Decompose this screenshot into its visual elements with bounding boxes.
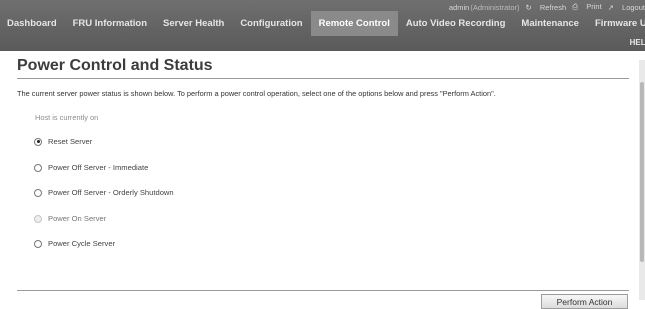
nav-dashboard[interactable]: Dashboard [0,11,65,36]
print-label: Print [586,2,602,11]
power-off-immediate-radio[interactable] [34,163,42,172]
option-reset-server[interactable]: Reset Server [34,137,92,146]
scrollbar-thumb[interactable] [640,82,644,262]
nav-maintenance[interactable]: Maintenance [513,11,587,36]
option-power-on-server: Power On Server [34,214,106,223]
page-title: Power Control and Status [17,57,213,74]
nav-fru-information[interactable]: FRU Information [65,11,155,36]
title-divider [17,78,629,79]
bottom-divider [17,290,629,291]
power-cycle-server-radio[interactable] [34,239,42,248]
nav-auto-video-recording[interactable]: Auto Video Recording [398,11,514,36]
option-power-off-orderly[interactable]: Power Off Server - Orderly Shutdown [34,188,174,197]
vertical-scrollbar[interactable] [639,60,645,300]
power-off-immediate-label: Power Off Server - Immediate [48,163,149,172]
nav-server-health[interactable]: Server Health [155,11,232,36]
power-off-orderly-label: Power Off Server - Orderly Shutdown [48,188,174,197]
option-power-cycle-server[interactable]: Power Cycle Server [34,239,115,248]
reset-server-radio[interactable] [34,137,42,146]
nav-configuration[interactable]: Configuration [232,11,310,36]
main-nav: Dashboard FRU Information Server Health … [0,11,645,36]
nav-firmware-update[interactable]: Firmware Update [587,11,645,36]
power-on-server-label: Power On Server [48,214,107,223]
reset-server-label: Reset Server [48,137,93,146]
page-description: The current server power status is shown… [17,89,496,98]
power-cycle-server-label: Power Cycle Server [48,239,116,248]
power-off-orderly-radio[interactable] [34,188,42,197]
option-power-off-immediate[interactable]: Power Off Server - Immediate [34,163,148,172]
top-navigation-bar: admin (Administrator) ↻ Refresh ⎙ Print … [0,0,645,51]
nav-remote-control[interactable]: Remote Control [310,11,398,36]
power-status-text: Host is currently on [35,113,99,122]
help-link[interactable]: HELP [630,38,645,47]
perform-action-button[interactable]: Perform Action [541,294,628,309]
power-on-server-radio [34,214,42,223]
